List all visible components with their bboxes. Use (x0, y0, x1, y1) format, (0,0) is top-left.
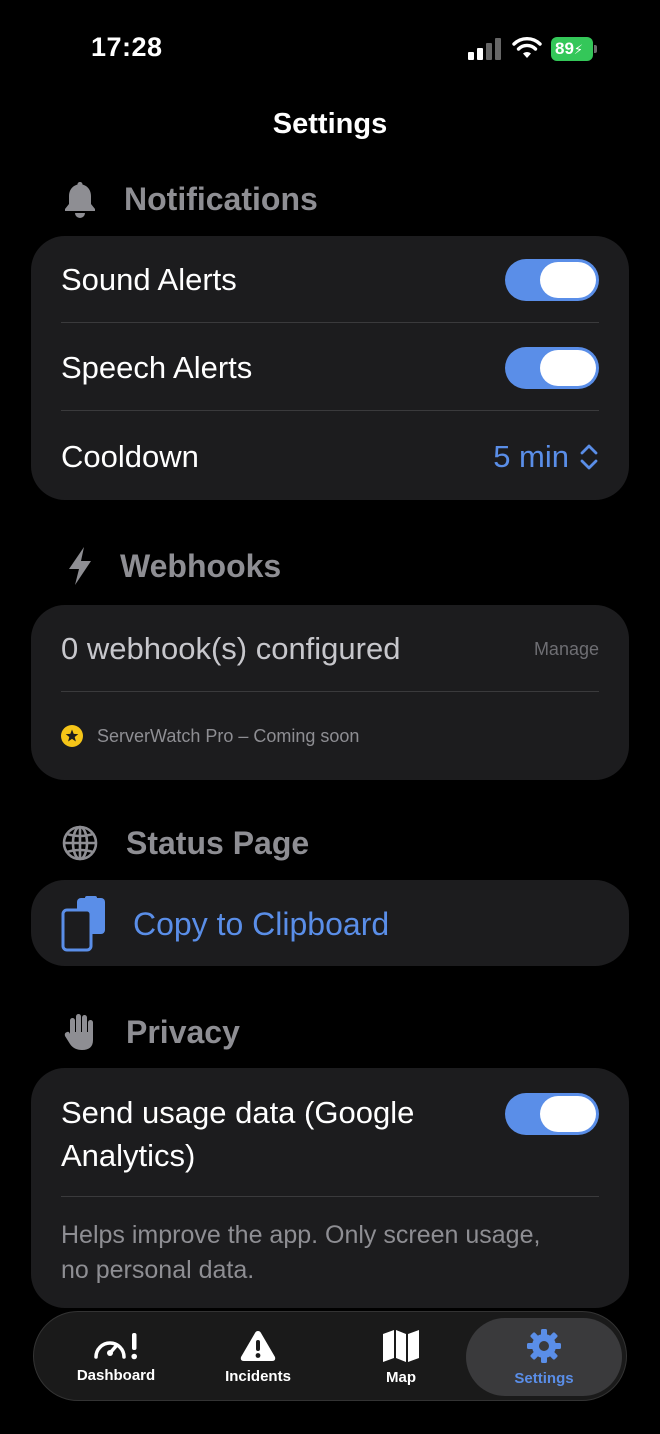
copy-to-clipboard-label: Copy to Clipboard (133, 905, 390, 942)
tab-map[interactable]: Map (329, 1318, 473, 1396)
gear-icon (527, 1328, 561, 1363)
pro-note: ServerWatch Pro – Coming soon (97, 725, 360, 746)
cooldown-picker[interactable]: 5 min (493, 439, 599, 475)
manage-button[interactable]: Manage (534, 639, 599, 660)
wifi-icon (512, 37, 542, 58)
hand-icon (60, 1012, 100, 1052)
webhooks-card: 0 webhook(s) configured Manage ServerWat… (31, 605, 629, 780)
clock: 17:28 (91, 32, 163, 62)
webhooks-count: 0 webhook(s) configured (61, 631, 401, 666)
cooldown-value: 5 min (493, 439, 569, 474)
tab-bar: Dashboard Incidents Map Settings (33, 1311, 627, 1401)
notifications-header: Notifications (60, 177, 318, 221)
cooldown-row: Cooldown 5 min (61, 433, 599, 481)
page-title: Settings (272, 108, 388, 140)
star-badge-icon (61, 725, 83, 747)
bell-icon (60, 179, 100, 219)
sound-alerts-row: Sound Alerts (61, 256, 599, 304)
tab-map-label: Map (386, 1368, 416, 1386)
copy-to-clipboard-button[interactable]: Copy to Clipboard (61, 894, 599, 954)
bolt-icon (60, 546, 100, 586)
usage-data-row: Send usage data (Google Analytics) (61, 1088, 599, 1180)
status-bar: 17:28 89⚡ (0, 0, 660, 96)
battery-level: 89 (555, 39, 574, 58)
sound-alerts-label: Sound Alerts (61, 262, 237, 297)
tab-incidents-label: Incidents (225, 1367, 291, 1385)
speech-alerts-label: Speech Alerts (61, 350, 253, 385)
divider (61, 322, 599, 323)
status-page-card: Copy to Clipboard (31, 880, 629, 966)
divider (61, 1196, 599, 1197)
speech-alerts-toggle[interactable] (505, 347, 599, 389)
pro-note-row: ServerWatch Pro – Coming soon (61, 721, 599, 751)
speedometer-icon (94, 1332, 137, 1359)
usage-data-label-line1: Send usage data (Google (61, 1095, 415, 1130)
chevron-up-down-icon (580, 444, 598, 470)
tab-dashboard[interactable]: Dashboard (44, 1318, 188, 1396)
notifications-card: Sound Alerts Speech Alerts Cooldown 5 mi… (31, 236, 629, 500)
usage-data-label-line2: Analytics) (61, 1138, 196, 1173)
cellular-signal-icon (468, 38, 502, 60)
sound-alerts-toggle[interactable] (505, 259, 599, 301)
status-page-header: Status Page (60, 821, 309, 865)
tab-incidents[interactable]: Incidents (186, 1318, 330, 1396)
warning-triangle-icon (240, 1330, 276, 1361)
privacy-card: Send usage data (Google Analytics) Helps… (31, 1068, 629, 1308)
speech-alerts-row: Speech Alerts (61, 344, 599, 392)
divider (61, 691, 599, 692)
notifications-title: Notifications (124, 180, 318, 217)
usage-help-line1: Helps improve the app. Only screen usage… (61, 1221, 541, 1249)
tab-dashboard-label: Dashboard (76, 1366, 156, 1384)
status-page-title: Status Page (126, 824, 310, 861)
webhooks-row: 0 webhook(s) configured Manage (61, 625, 599, 673)
clipboard-icon (61, 896, 105, 952)
cooldown-label: Cooldown (61, 439, 199, 474)
usage-data-toggle[interactable] (505, 1093, 599, 1135)
map-icon (383, 1329, 419, 1362)
tab-settings[interactable]: Settings (466, 1318, 622, 1396)
webhooks-header: Webhooks (60, 544, 281, 588)
tab-settings-label: Settings (514, 1369, 574, 1387)
battery-icon: 89⚡ (551, 37, 597, 61)
privacy-title: Privacy (126, 1013, 240, 1050)
usage-help-line2: no personal data. (61, 1256, 255, 1284)
divider (61, 410, 599, 411)
webhooks-title: Webhooks (120, 547, 282, 584)
privacy-header: Privacy (60, 1010, 240, 1054)
usage-help-text: Helps improve the app. Only screen usage… (61, 1218, 599, 1288)
globe-icon (60, 823, 100, 863)
